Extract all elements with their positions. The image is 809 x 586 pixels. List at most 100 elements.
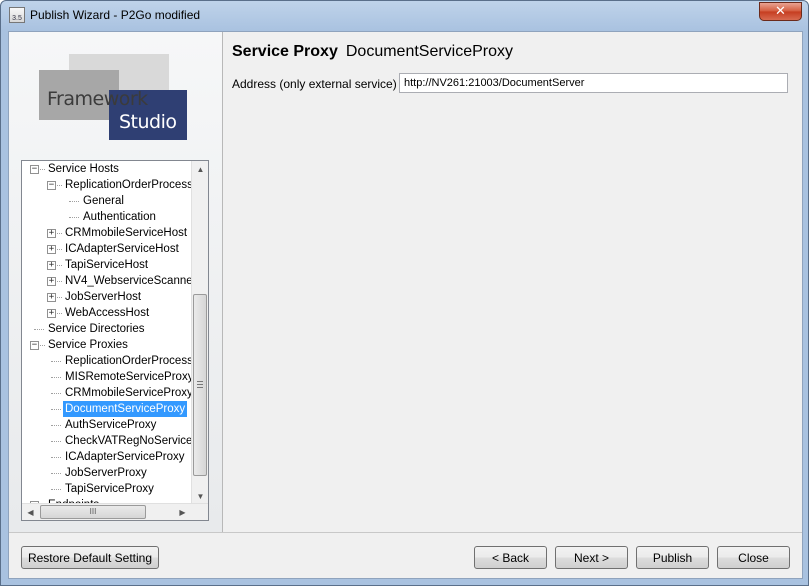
footer-separator bbox=[9, 532, 802, 533]
wizard-client-area: Framework Studio − Service Hosts − Replicat… bbox=[8, 31, 803, 579]
tree-item-label: ReplicationOrderProcessH bbox=[65, 179, 191, 191]
tree-connector bbox=[40, 345, 45, 346]
tree-item[interactable]: ReplicationOrderProcessPr bbox=[22, 353, 191, 369]
expand-icon[interactable]: + bbox=[47, 229, 56, 238]
tree-item[interactable]: Authentication bbox=[22, 209, 191, 225]
tree-item[interactable]: − ReplicationOrderProcessH bbox=[22, 177, 191, 193]
restore-default-setting-button[interactable]: Restore Default Setting bbox=[21, 546, 159, 569]
tree-connector bbox=[57, 265, 62, 266]
tree-item-label: JobServerProxy bbox=[65, 467, 147, 479]
grip-line bbox=[197, 381, 203, 382]
tree-item-label: CheckVATRegNoServiceP bbox=[65, 435, 191, 447]
tree-item-label: Authentication bbox=[83, 211, 156, 223]
tree-item-label: MISRemoteServiceProxy bbox=[65, 371, 191, 383]
tree-item[interactable]: AuthServiceProxy bbox=[22, 417, 191, 433]
tree-connector bbox=[51, 489, 61, 490]
expand-icon[interactable]: + bbox=[47, 293, 56, 302]
tree-connector bbox=[51, 409, 61, 410]
expand-icon[interactable]: + bbox=[47, 245, 56, 254]
tree-item[interactable]: CRMmobileServiceProxy bbox=[22, 385, 191, 401]
tree-item[interactable]: MISRemoteServiceProxy bbox=[22, 369, 191, 385]
tree-connector bbox=[57, 313, 62, 314]
object-name: DocumentServiceProxy bbox=[345, 43, 514, 60]
tree-item-label: JobServerHost bbox=[65, 291, 142, 303]
tree-connector bbox=[51, 473, 61, 474]
tree-connector bbox=[51, 457, 61, 458]
close-button[interactable]: Close bbox=[717, 546, 790, 569]
tree-item[interactable]: CheckVATRegNoServiceP bbox=[22, 433, 191, 449]
tree-item[interactable]: + WebAccessHost bbox=[22, 305, 191, 321]
back-button[interactable]: < Back bbox=[474, 546, 547, 569]
tree-item-label: WebAccessHost bbox=[65, 307, 150, 319]
tree-connector bbox=[69, 201, 79, 202]
tree-item-label: General bbox=[83, 195, 124, 207]
expand-icon[interactable]: + bbox=[47, 261, 56, 270]
tree-item-label: TapiServiceProxy bbox=[65, 483, 154, 495]
tree-item-label: CRMmobileServiceHost bbox=[65, 227, 188, 239]
tree-item-label: NV4_WebserviceScanner bbox=[65, 275, 191, 287]
collapse-icon[interactable]: − bbox=[47, 181, 56, 190]
tree-connector bbox=[40, 169, 45, 170]
settings-tree[interactable]: − Service Hosts − ReplicationOrderProcessH G… bbox=[21, 160, 209, 521]
tree-rows: − Service Hosts − ReplicationOrderProcessH G… bbox=[22, 161, 191, 506]
tree-item[interactable]: + ICAdapterServiceHost bbox=[22, 241, 191, 257]
tree-item[interactable]: DocumentServiceProxy bbox=[22, 401, 191, 417]
tree-item[interactable]: Service Directories bbox=[22, 321, 191, 337]
tree-item-label: TapiServiceHost bbox=[65, 259, 149, 271]
tree-connector bbox=[51, 425, 61, 426]
tree-item-label: ICAdapterServiceProxy bbox=[65, 451, 185, 463]
horizontal-scroll-thumb[interactable]: III bbox=[40, 505, 146, 519]
tree-vertical-scrollbar[interactable]: ▲ ▼ bbox=[191, 161, 208, 505]
tree-item-label: CRMmobileServiceProxy bbox=[65, 387, 191, 399]
tree-connector bbox=[57, 297, 62, 298]
scroll-up-arrow-icon[interactable]: ▲ bbox=[192, 161, 208, 178]
tree-connector bbox=[57, 185, 62, 186]
close-icon: ✕ bbox=[775, 4, 786, 19]
tree-item[interactable]: + NV4_WebserviceScanner bbox=[22, 273, 191, 289]
tree-item[interactable]: TapiServiceProxy bbox=[22, 481, 191, 497]
tree-item[interactable]: − Service Proxies bbox=[22, 337, 191, 353]
grip-line bbox=[197, 384, 203, 385]
expand-icon[interactable]: + bbox=[47, 277, 56, 286]
address-label: Address (only external service) bbox=[232, 77, 397, 91]
address-input[interactable] bbox=[399, 73, 788, 93]
tree-item[interactable]: + CRMmobileServiceHost bbox=[22, 225, 191, 241]
title-bar[interactable]: 3.5 Publish Wizard - P2Go modified ✕ bbox=[1, 1, 808, 31]
collapse-icon[interactable]: − bbox=[30, 165, 39, 174]
next-button[interactable]: Next > bbox=[555, 546, 628, 569]
logo-text-studio: Studio bbox=[119, 111, 177, 133]
tree-item-label: AuthServiceProxy bbox=[65, 419, 157, 431]
tree-connector bbox=[34, 329, 44, 330]
tree-item-label: Service Directories bbox=[48, 323, 145, 335]
close-window-button[interactable]: ✕ bbox=[759, 2, 802, 21]
scroll-left-arrow-icon[interactable]: ◀ bbox=[22, 504, 39, 520]
tree-item[interactable]: General bbox=[22, 193, 191, 209]
tree-connector bbox=[69, 217, 79, 218]
tree-connector bbox=[51, 441, 61, 442]
tree-item[interactable]: JobServerProxy bbox=[22, 465, 191, 481]
tree-horizontal-scrollbar[interactable]: ◀ III ▶ bbox=[22, 503, 208, 520]
tree-item-label: DocumentServiceProxy bbox=[63, 401, 188, 417]
window-title: Publish Wizard - P2Go modified bbox=[30, 8, 201, 22]
expand-icon[interactable]: + bbox=[47, 309, 56, 318]
collapse-icon[interactable]: − bbox=[30, 341, 39, 350]
tree-connector bbox=[51, 361, 61, 362]
section-title: Service Proxy bbox=[232, 43, 338, 60]
tree-item[interactable]: + JobServerHost bbox=[22, 289, 191, 305]
logo-text-framework: Framework bbox=[47, 88, 148, 110]
detail-header: Service Proxy DocumentServiceProxy bbox=[232, 43, 513, 61]
vertical-scroll-thumb[interactable] bbox=[193, 294, 207, 476]
framework-studio-logo: Framework Studio bbox=[39, 54, 189, 140]
tree-item-label: Service Hosts bbox=[48, 163, 119, 175]
tree-item[interactable]: − Service Hosts bbox=[22, 161, 191, 177]
tree-connector bbox=[51, 377, 61, 378]
tree-item[interactable]: + TapiServiceHost bbox=[22, 257, 191, 273]
tree-connector bbox=[57, 233, 62, 234]
app-icon: 3.5 bbox=[9, 7, 25, 23]
scroll-right-arrow-icon[interactable]: ▶ bbox=[174, 504, 191, 520]
tree-item-label: ICAdapterServiceHost bbox=[65, 243, 179, 255]
tree-item[interactable]: ICAdapterServiceProxy bbox=[22, 449, 191, 465]
publish-wizard-window: 3.5 Publish Wizard - P2Go modified ✕ Fra… bbox=[0, 0, 809, 586]
publish-button[interactable]: Publish bbox=[636, 546, 709, 569]
grip-line bbox=[197, 387, 203, 388]
